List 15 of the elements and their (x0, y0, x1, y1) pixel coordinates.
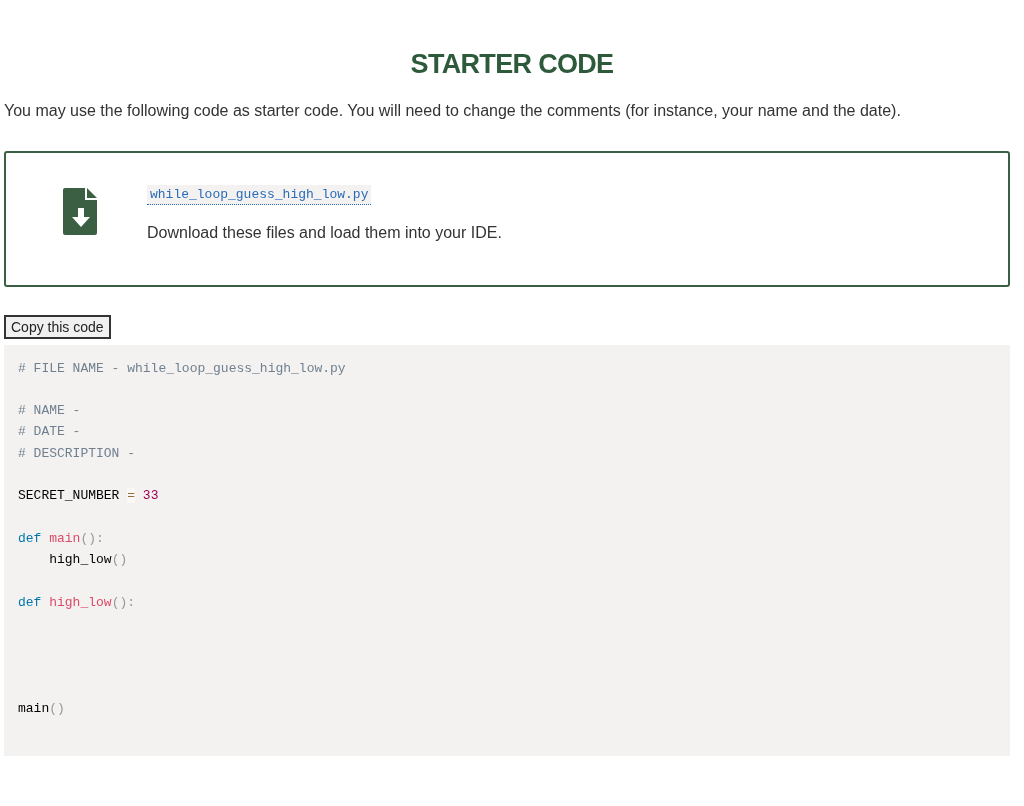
code-line: SECRET_NUMBER = 33 (18, 487, 159, 506)
download-instruction: Download these files and load them into your IDE. (147, 223, 502, 243)
code-line: # DATE - (18, 423, 81, 442)
file-download-link[interactable]: while_loop_guess_high_low.py (147, 184, 372, 205)
code-line: main() (18, 700, 65, 719)
code-line: def main(): (18, 529, 104, 548)
section-heading: STARTER CODE (410, 48, 614, 81)
code-line: # NAME - (18, 402, 81, 421)
code-line: def high_low(): (18, 593, 136, 612)
code-line: # FILE NAME - while_loop_guess_high_low.py (18, 359, 346, 378)
file-download-icon (63, 187, 99, 235)
copy-code-button[interactable]: Copy this code (4, 314, 111, 339)
code-line: high_low() (48, 551, 128, 570)
code-line: # DESCRIPTION - (18, 444, 136, 463)
intro-text: You may use the following code as starter code. You will need to change the comments (for instance, your name and the date). (4, 100, 901, 121)
